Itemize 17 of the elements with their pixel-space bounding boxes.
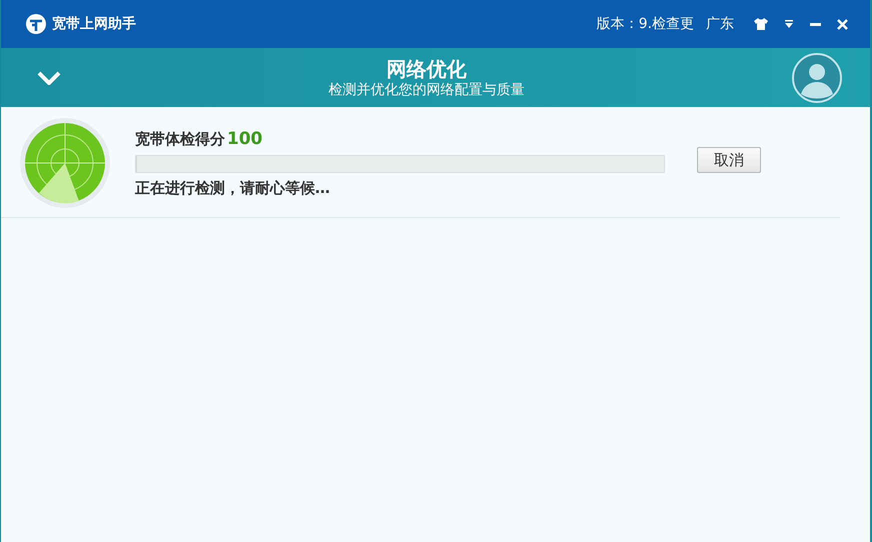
chevron-down-icon[interactable] — [37, 70, 61, 84]
logo-icon — [25, 13, 47, 35]
user-avatar-icon[interactable] — [792, 52, 842, 102]
version-text[interactable]: 版本：9.检查更 — [596, 15, 694, 33]
close-icon — [837, 18, 848, 30]
shirt-icon — [754, 18, 768, 30]
status-text: 正在进行检测，请耐心等候… — [135, 178, 331, 198]
minimize-icon — [810, 22, 821, 26]
score-value: 100 — [227, 128, 262, 148]
cancel-button[interactable]: 取消 — [697, 147, 761, 173]
score-label: 宽带体检得分 — [135, 130, 225, 148]
dropdown-icon — [784, 20, 794, 28]
page-title: 网络优化 — [386, 56, 466, 80]
region-text: 广东 — [706, 15, 734, 33]
radar-icon — [19, 117, 111, 209]
page-subtitle: 检测并优化您的网络配置与质量 — [328, 80, 524, 98]
app-title: 宽带上网助手 — [52, 15, 136, 33]
